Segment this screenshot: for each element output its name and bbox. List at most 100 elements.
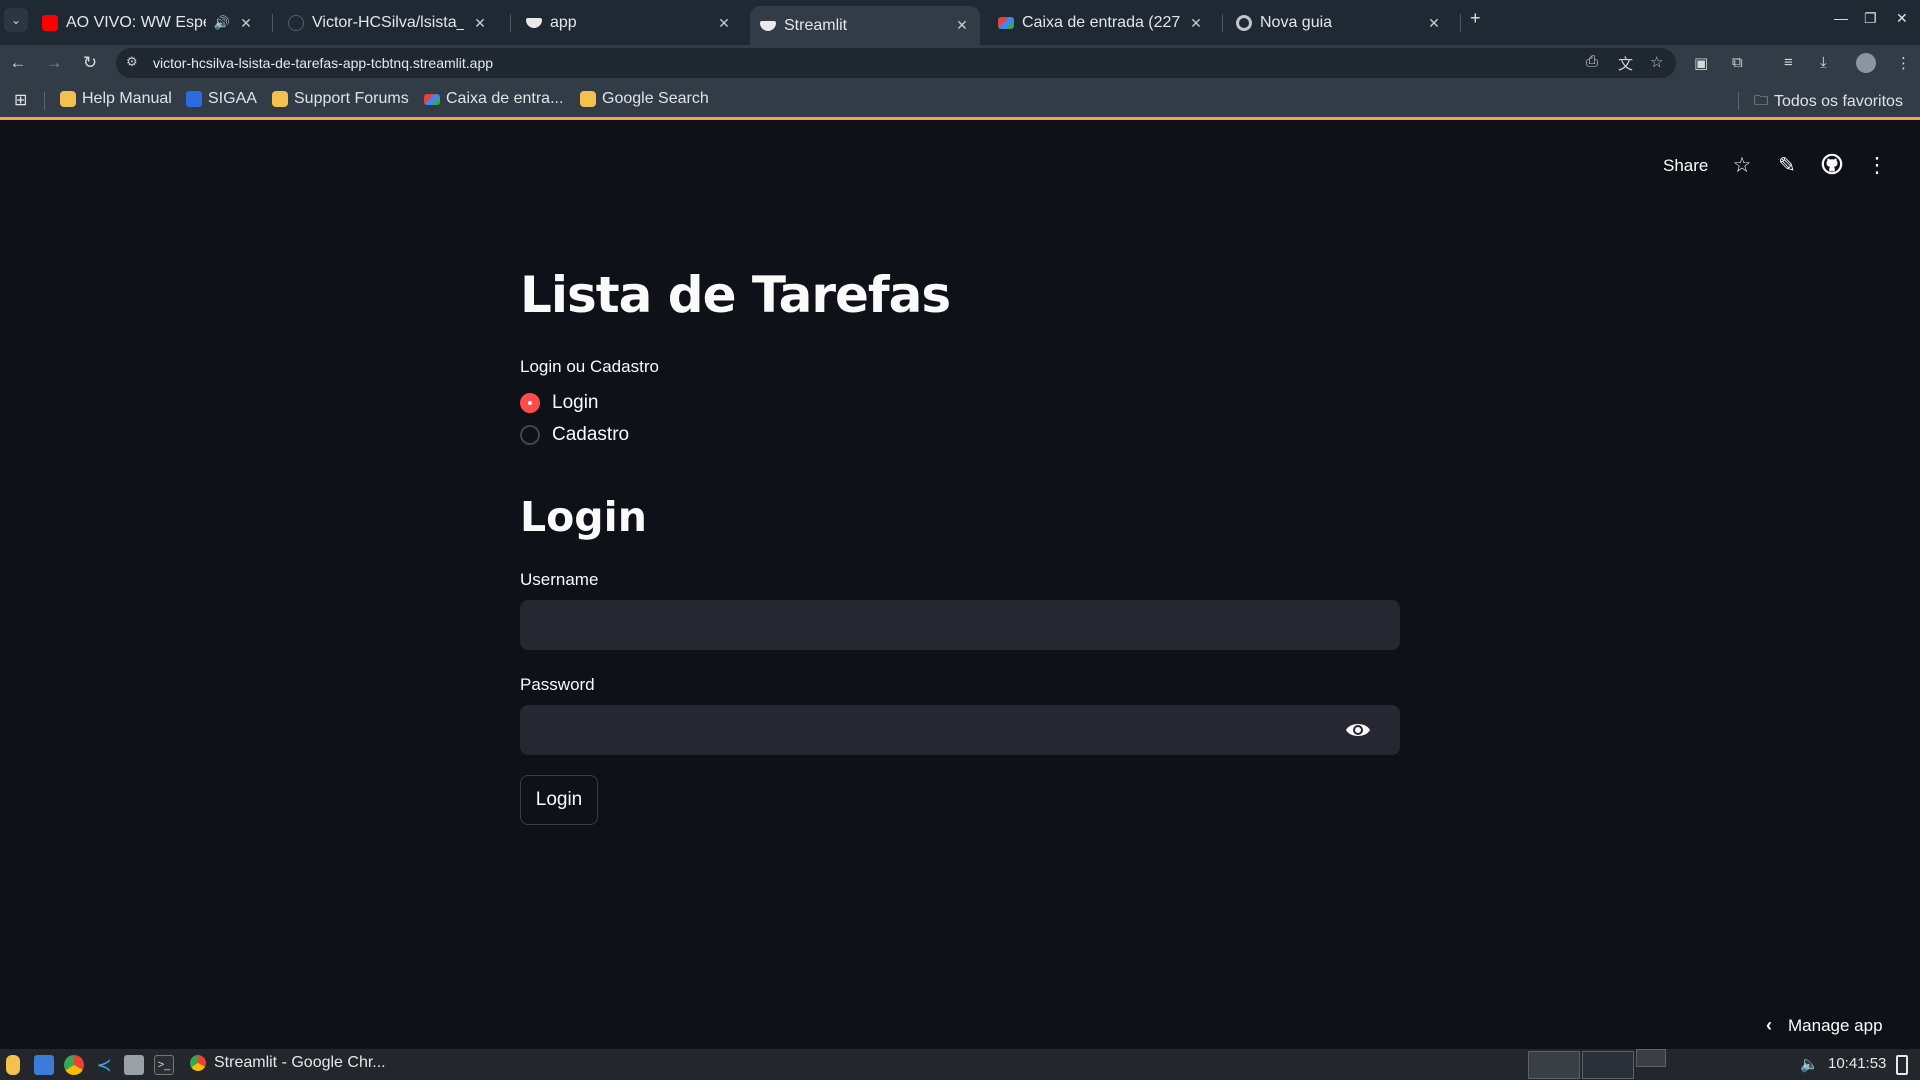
bookmark-help-manual[interactable]: Help Manual: [60, 90, 172, 108]
menu-kebab-icon[interactable]: ⋮: [1896, 54, 1911, 72]
workspace-chrome[interactable]: [1528, 1051, 1580, 1079]
tab-search-button[interactable]: ⌄: [4, 8, 28, 32]
streamlit-icon: [760, 20, 776, 31]
apps-grid-icon[interactable]: ⊞: [14, 90, 27, 110]
password-label: Password: [520, 675, 595, 694]
close-icon[interactable]: ✕: [238, 15, 254, 32]
translate-icon[interactable]: 文: [1618, 53, 1633, 74]
files-icon[interactable]: [124, 1055, 144, 1075]
main-menu-kebab-icon[interactable]: ⋮: [1864, 153, 1890, 179]
bookmark-sigaa[interactable]: SIGAA: [186, 90, 257, 108]
puzzle-icon[interactable]: ⧉: [1732, 54, 1743, 71]
all-bookmarks-folder[interactable]: 🗀 Todos os favoritos: [1754, 90, 1903, 114]
close-icon[interactable]: ✕: [472, 15, 488, 32]
media-control-icon[interactable]: ≡: [1784, 54, 1793, 71]
close-icon[interactable]: ✕: [954, 17, 970, 34]
tab-app[interactable]: app ✕: [516, 6, 742, 40]
tab-github[interactable]: Victor-HCSilva/lsista_de ✕: [278, 6, 498, 40]
username-field[interactable]: [520, 600, 1400, 650]
radio-option-login[interactable]: Login: [520, 392, 599, 414]
radio-option-label: Login: [552, 392, 599, 413]
tab-title: Victor-HCSilva/lsista_de: [312, 14, 464, 31]
sigaa-icon: [186, 91, 202, 107]
radio-selected-icon[interactable]: [520, 393, 540, 413]
back-icon[interactable]: ←: [6, 51, 30, 75]
os-taskbar: ≺ >_ Streamlit - Google Chr... 🔈 10:41:5…: [0, 1049, 1920, 1080]
bookmark-support-forums[interactable]: Support Forums: [272, 90, 409, 108]
bookmark-label: Caixa de entra...: [446, 90, 564, 107]
terminal-icon[interactable]: >_: [154, 1055, 174, 1075]
login-submit-button[interactable]: Login: [520, 775, 598, 825]
address-url[interactable]: victor-hcsilva-lsista-de-tarefas-app-tcb…: [153, 55, 493, 71]
bookmarks-divider: [44, 92, 45, 110]
tab-youtube[interactable]: AO VIVO: WW Especi 🔊 ✕: [32, 6, 264, 40]
tab-title: AO VIVO: WW Especi: [66, 14, 206, 31]
bookmark-icon: [580, 91, 596, 107]
minimize-icon[interactable]: —: [1834, 10, 1848, 26]
restore-icon[interactable]: ❐: [1864, 10, 1877, 27]
volume-icon[interactable]: 🔈: [1800, 1055, 1819, 1073]
tab-divider: [1222, 14, 1223, 32]
bookmark-caixa-entrada[interactable]: Caixa de entra...: [424, 90, 563, 108]
taskbar-window-label: Streamlit - Google Chr...: [214, 1054, 386, 1071]
bookmark-star-icon[interactable]: ☆: [1650, 53, 1663, 71]
workspace-terminal[interactable]: [1636, 1049, 1666, 1067]
install-app-icon[interactable]: ⎙: [1586, 53, 1598, 70]
username-input[interactable]: [521, 601, 1399, 649]
file-manager-icon[interactable]: [34, 1055, 54, 1075]
bookmark-label: Help Manual: [82, 90, 172, 107]
show-password-eye-icon[interactable]: [1345, 719, 1371, 741]
streamlit-app-page: Share ☆ ✎ ⋮ Lista de Tarefas Login ou Ca…: [0, 123, 1920, 1049]
extension-icon[interactable]: ▣: [1694, 54, 1708, 72]
system-menu-icon[interactable]: [6, 1055, 20, 1075]
browser-tab-strip: ⌄ AO VIVO: WW Especi 🔊 ✕ Victor-HCSilva/…: [0, 0, 1920, 45]
password-input[interactable]: [521, 706, 1399, 754]
username-label: Username: [520, 570, 599, 589]
mode-radio-label: Login ou Cadastro: [520, 357, 659, 376]
vscode-icon[interactable]: ≺: [94, 1055, 114, 1075]
radio-option-cadastro[interactable]: Cadastro: [520, 424, 629, 446]
bookmarks-bar: ⊞ Help Manual SIGAA Support Forums Caixa…: [0, 80, 1920, 120]
chrome-icon: [1236, 15, 1252, 31]
close-icon[interactable]: ✕: [1188, 15, 1204, 32]
tab-streamlit-active[interactable]: Streamlit ✕: [750, 6, 980, 45]
chrome-icon: [190, 1055, 206, 1071]
speaker-icon[interactable]: 🔊: [214, 15, 230, 31]
new-tab-button[interactable]: +: [1470, 8, 1481, 29]
streamlit-header: Share ☆ ✎ ⋮: [0, 123, 1920, 211]
page-title: Lista de Tarefas: [520, 266, 951, 324]
tab-title: app: [550, 14, 577, 31]
star-icon[interactable]: ☆: [1729, 153, 1755, 179]
manage-app-button[interactable]: ‹ Manage app: [1766, 1015, 1883, 1036]
taskbar-window-chrome[interactable]: Streamlit - Google Chr...: [190, 1054, 386, 1072]
gmail-icon: [424, 93, 440, 105]
github-icon: [288, 15, 304, 31]
tab-divider: [510, 14, 511, 32]
bookmark-label: SIGAA: [208, 90, 257, 107]
address-bar[interactable]: ⚙ victor-hcsilva-lsista-de-tarefas-app-t…: [116, 48, 1676, 78]
chrome-icon[interactable]: [64, 1055, 84, 1075]
password-field[interactable]: [520, 705, 1400, 755]
manage-app-label: Manage app: [1788, 1015, 1883, 1035]
tab-title: Streamlit: [784, 16, 848, 34]
download-icon[interactable]: ⤓: [1820, 54, 1827, 71]
youtube-icon: [42, 15, 58, 31]
github-icon[interactable]: [1819, 153, 1845, 179]
tab-nova-guia[interactable]: Nova guia ✕: [1226, 6, 1452, 40]
chevron-left-icon: ‹: [1766, 1015, 1772, 1035]
close-icon[interactable]: ✕: [716, 15, 732, 32]
reload-icon[interactable]: ↻: [78, 51, 102, 75]
close-icon[interactable]: ✕: [1426, 15, 1442, 32]
bookmark-icon: [60, 91, 76, 107]
profile-avatar[interactable]: [1856, 53, 1876, 73]
browser-toolbar: ← → ↻ ⚙ victor-hcsilva-lsista-de-tarefas…: [0, 45, 1920, 80]
workspace-vscode[interactable]: [1582, 1051, 1634, 1079]
close-window-icon[interactable]: ✕: [1896, 10, 1908, 27]
tab-gmail[interactable]: Caixa de entrada (227) ✕: [988, 6, 1214, 40]
forward-icon[interactable]: →: [42, 51, 66, 75]
bookmark-google-search[interactable]: Google Search: [580, 90, 709, 108]
radio-unselected-icon[interactable]: [520, 425, 540, 445]
edit-pencil-icon[interactable]: ✎: [1774, 153, 1800, 179]
share-button[interactable]: Share: [1663, 156, 1708, 176]
site-info-icon[interactable]: ⚙: [126, 54, 138, 70]
